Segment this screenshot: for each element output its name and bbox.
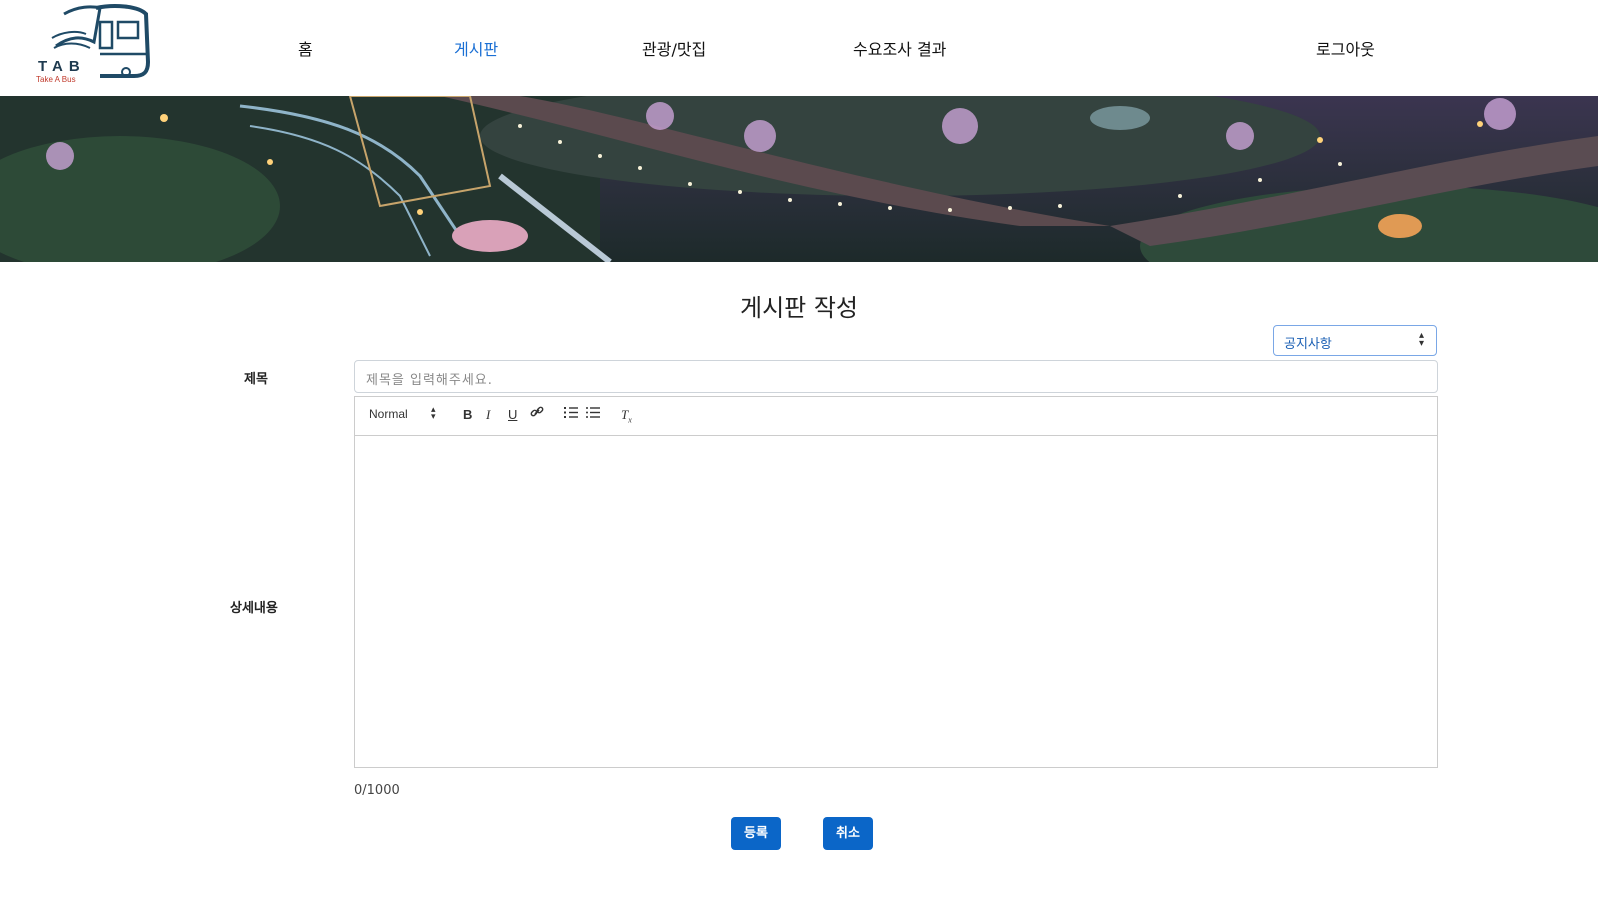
title-input[interactable]: 제목을 입력해주세요.: [354, 360, 1438, 393]
clear-format-icon[interactable]: Tx: [621, 407, 632, 425]
content-label: 상세내용: [230, 601, 278, 616]
site-header: TAB Take A Bus 홈 게시판 관광/맛집 수요조사 결과 로그아웃: [0, 0, 1598, 96]
category-select[interactable]: 공지사항 ▴ ▾: [1273, 325, 1437, 356]
bold-icon[interactable]: B: [463, 407, 472, 422]
nav-board[interactable]: 게시판: [454, 36, 498, 60]
italic-icon[interactable]: I: [486, 407, 490, 423]
nav-logout[interactable]: 로그아웃: [1316, 36, 1375, 60]
title-label: 제목: [244, 372, 268, 387]
chevron-updown-icon: ▴ ▾: [1418, 330, 1424, 349]
character-counter: 0/1000: [354, 783, 400, 798]
category-select-value: 공지사항: [1284, 337, 1332, 352]
logo-subtitle: Take A Bus: [36, 75, 76, 84]
logo-title: TAB: [38, 58, 86, 75]
bullet-list-icon[interactable]: [586, 406, 600, 423]
page-title: 게시판 작성: [739, 294, 859, 322]
link-icon[interactable]: [530, 405, 544, 423]
header-format-value: Normal: [369, 407, 408, 421]
underline-icon[interactable]: U: [508, 407, 517, 422]
banner-image: [0, 96, 1598, 262]
nav-survey-results[interactable]: 수요조사 결과: [853, 36, 946, 60]
editor-toolbar: Normal ▴ ▾ B I U Tx: [355, 397, 1437, 436]
logo[interactable]: TAB Take A Bus: [34, 2, 154, 86]
editor-content-area[interactable]: [355, 436, 1437, 767]
rich-text-editor: Normal ▴ ▾ B I U Tx: [354, 396, 1438, 768]
nav-tour-food[interactable]: 관광/맛집: [642, 36, 706, 60]
chevron-updown-icon: ▴ ▾: [431, 404, 436, 421]
cancel-button[interactable]: 취소: [823, 817, 873, 850]
header-format-select[interactable]: Normal ▴ ▾: [369, 405, 436, 422]
nav-home[interactable]: 홈: [298, 36, 313, 60]
ordered-list-icon[interactable]: [564, 406, 578, 423]
submit-button[interactable]: 등록: [731, 817, 781, 850]
